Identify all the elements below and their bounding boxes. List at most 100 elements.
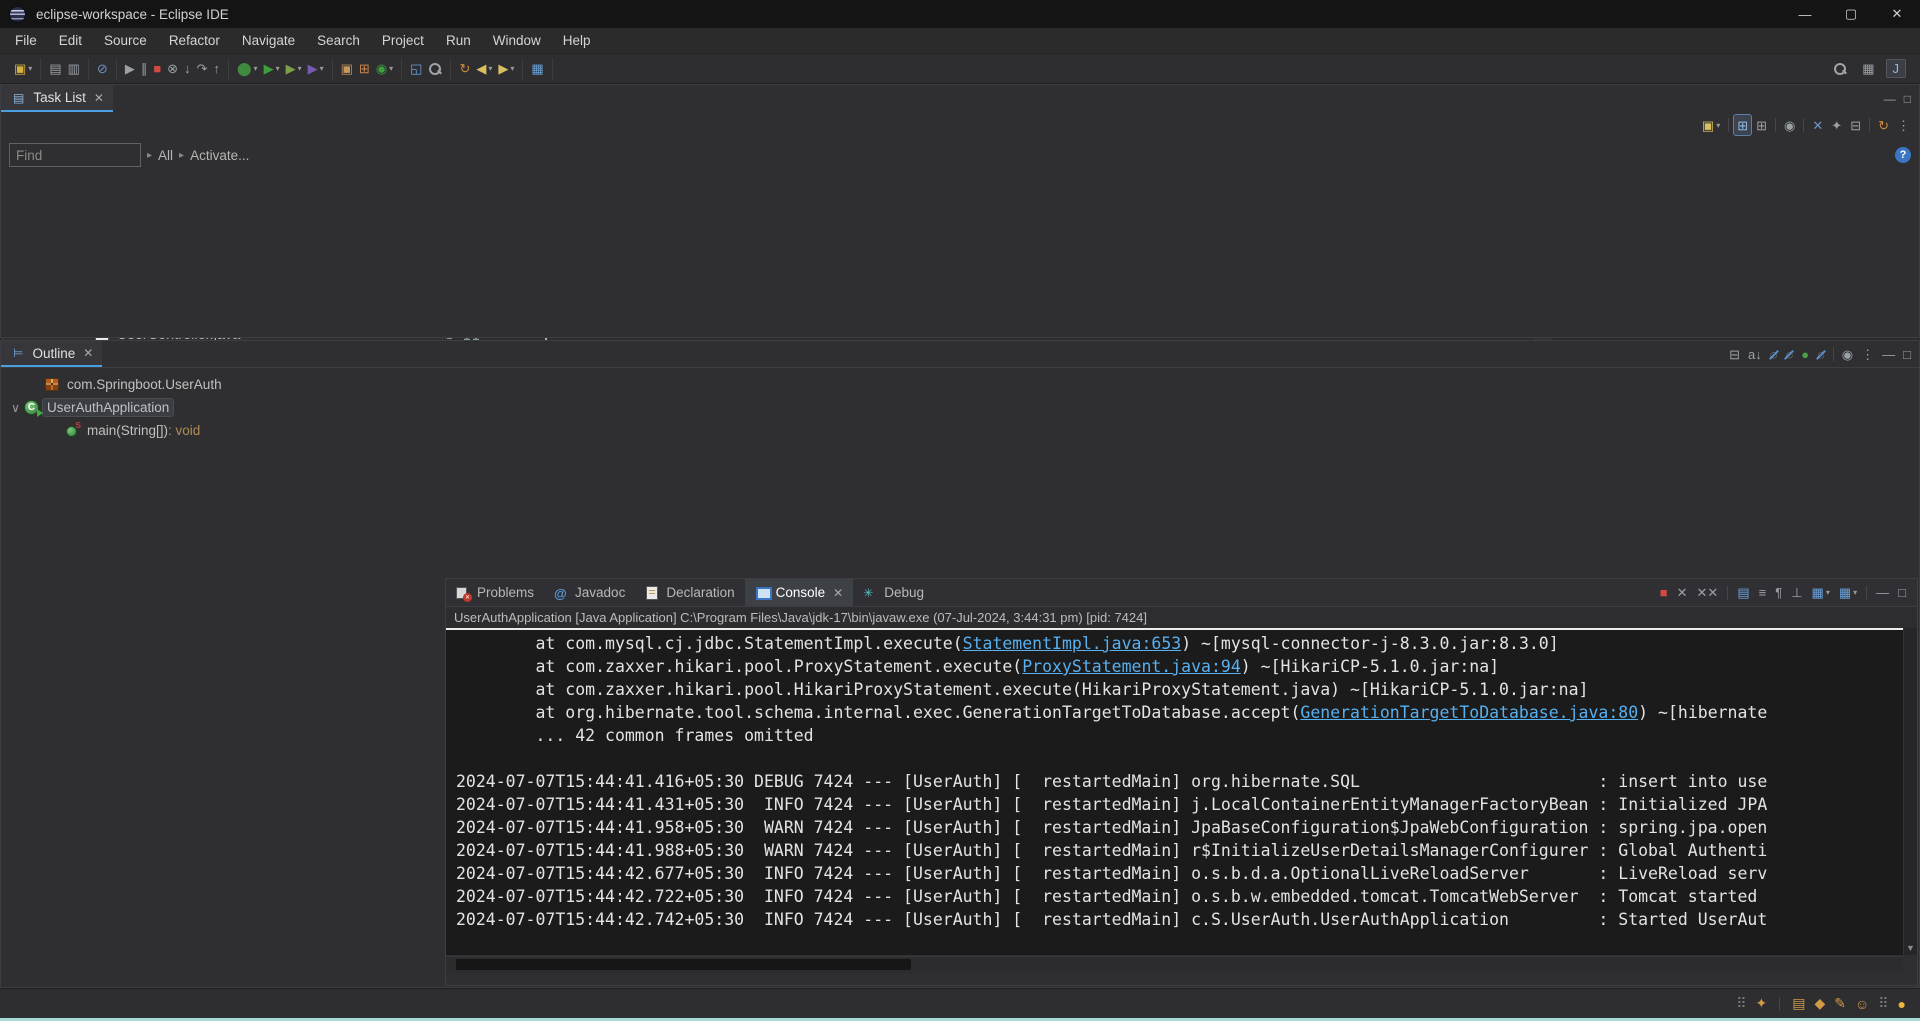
minimize-button[interactable]: — (1881, 89, 1899, 109)
close-icon[interactable]: ✕ (833, 586, 843, 600)
skip-all-breakpoints-button[interactable]: ⊘ (94, 59, 111, 79)
task-presentation-button[interactable]: ◉ (1781, 115, 1798, 135)
wand-icon[interactable]: ✎ (1834, 995, 1846, 1012)
menu-search[interactable]: Search (306, 30, 371, 51)
hide-local-types-button[interactable]: ◌ (1814, 344, 1828, 364)
tab-outline[interactable]: ⊨ Outline ✕ (1, 341, 102, 367)
minimize-button[interactable]: — (1782, 0, 1828, 28)
profile-button[interactable]: ▶▾ (305, 59, 327, 79)
dropdown-arrow-icon[interactable]: ▾ (254, 64, 258, 73)
menu-run[interactable]: Run (435, 30, 482, 51)
collapse-all-button[interactable]: ⊟ (1847, 115, 1864, 135)
dropdown-arrow-icon[interactable]: ▾ (488, 64, 492, 73)
find-input[interactable] (9, 143, 141, 167)
new-wizard-button[interactable]: ▣▾ (11, 59, 35, 79)
dropdown-arrow-icon[interactable]: ▾ (28, 64, 32, 73)
lightbulb-icon[interactable]: ● (1898, 996, 1906, 1012)
terminate-button[interactable]: ■ (150, 59, 164, 79)
tab-declaration[interactable]: Declaration (635, 579, 744, 606)
disconnect-button[interactable]: ⊗ (164, 59, 181, 79)
menu-navigate[interactable]: Navigate (231, 30, 306, 51)
dropdown-arrow-icon[interactable]: ▾ (298, 64, 302, 73)
menu-window[interactable]: Window (482, 30, 552, 51)
focus-on-workweek-button[interactable]: ✦ (1828, 115, 1845, 135)
clear-console-button[interactable]: ▤ (1734, 583, 1752, 603)
hand-icon[interactable]: ✦ (1755, 995, 1767, 1012)
dropdown-arrow-icon[interactable]: ▾ (320, 64, 324, 73)
menu-refactor[interactable]: Refactor (158, 30, 231, 51)
hide-fields-button[interactable]: ◌ (1767, 344, 1781, 364)
tab-javadoc[interactable]: Javadoc (544, 579, 635, 606)
save-all-button[interactable]: ▥ (65, 59, 83, 79)
dropdown-arrow-icon[interactable]: ▾ (1716, 121, 1720, 130)
focus-button[interactable]: ◉ (1839, 344, 1856, 364)
close-button[interactable]: ✕ (1874, 0, 1920, 28)
new-package-button[interactable]: ⊞ (356, 59, 373, 79)
tab-debug[interactable]: Debug (853, 579, 934, 606)
dropdown-arrow-icon[interactable]: ▾ (389, 64, 393, 73)
last-edit-location-button[interactable]: ↻ (456, 59, 473, 79)
terminate-button[interactable]: ■ (1657, 583, 1671, 603)
suspend-button[interactable]: ∥ (138, 59, 151, 79)
scrollbar-thumb[interactable] (456, 959, 911, 970)
tab-problems[interactable]: Problems (446, 579, 544, 606)
open-editor-window-button[interactable]: ▦ (528, 59, 546, 79)
dropdown-arrow-icon[interactable]: ▾ (510, 64, 514, 73)
hide-completed-button[interactable]: ✕ (1809, 115, 1826, 135)
dropdown-arrow-icon[interactable]: ▾ (1826, 588, 1830, 597)
debug-button[interactable]: ⬤▾ (234, 59, 261, 79)
save-button[interactable]: ▤ (46, 59, 64, 79)
drag-handle-2-icon[interactable]: ⠿ (1878, 995, 1888, 1012)
dropdown-arrow-icon[interactable]: ▾ (1853, 588, 1857, 597)
new-task-button[interactable]: ▣▾ (1699, 115, 1723, 135)
minimize-button[interactable]: — (1873, 583, 1892, 603)
run-button[interactable]: ▶▾ (261, 59, 283, 79)
step-return-button[interactable]: ↑ (210, 59, 223, 79)
scroll-down-icon[interactable]: ▼ (1904, 941, 1917, 955)
open-perspective-button[interactable]: ▦ (1855, 59, 1881, 78)
open-type-button[interactable]: ◱ (407, 59, 425, 79)
console-vertical-scrollbar[interactable]: ▼ (1903, 628, 1917, 955)
menu-edit[interactable]: Edit (48, 30, 93, 51)
hide-static-members-button[interactable]: ◌ (1782, 344, 1796, 364)
menu-project[interactable]: Project (371, 30, 435, 51)
maximize-button[interactable]: □ (1901, 89, 1914, 109)
word-wrap-button[interactable]: ¶ (1772, 583, 1785, 603)
outline-item[interactable]: com.Springboot.UserAuth (1, 373, 1919, 396)
menu-file[interactable]: File (4, 30, 48, 51)
hide-non-public-button[interactable]: ● (1798, 344, 1812, 364)
graduation-cap-icon[interactable]: ◆ (1814, 995, 1825, 1012)
outline-item[interactable]: ∨UserAuthApplication (1, 396, 1919, 419)
collapse-all-button[interactable]: ⊟ (1726, 344, 1743, 364)
book-icon[interactable]: ▤ (1792, 995, 1805, 1012)
minimize-button[interactable]: — (1879, 344, 1898, 364)
stack-trace-link[interactable]: GenerationTargetToDatabase.java:80 (1300, 703, 1638, 722)
maximize-button[interactable]: ▢ (1828, 0, 1874, 28)
scope-all-link[interactable]: All (158, 148, 173, 163)
chevron-expanded-icon[interactable]: ∨ (7, 401, 24, 415)
stack-trace-link[interactable]: ProxyStatement.java:94 (1022, 657, 1241, 676)
close-icon[interactable]: ✕ (83, 346, 93, 360)
drag-handle-icon[interactable]: ⠿ (1736, 995, 1746, 1012)
tab-console[interactable]: Console✕ (745, 579, 854, 606)
view-menu-button[interactable]: ⋮ (1894, 115, 1913, 135)
maximize-button[interactable]: □ (1900, 344, 1914, 364)
search-icon[interactable] (1833, 62, 1847, 76)
dropdown-arrow-icon[interactable]: ▾ (276, 64, 280, 73)
stack-trace-link[interactable]: StatementImpl.java:653 (963, 634, 1182, 653)
open-console-button[interactable]: ▦▾ (1836, 583, 1860, 603)
step-into-button[interactable]: ↓ (181, 59, 194, 79)
forward-button[interactable]: ▶▾ (495, 59, 517, 79)
menu-help[interactable]: Help (552, 30, 602, 51)
step-over-button[interactable]: ↷ (194, 59, 211, 79)
search-button[interactable] (425, 59, 445, 79)
scheduled-view-button[interactable]: ⊞ (1753, 115, 1770, 135)
smiley-icon[interactable]: ☺ (1855, 996, 1869, 1012)
back-button[interactable]: ◀▾ (473, 59, 495, 79)
tab-task-list[interactable]: ▤ Task List ✕ (1, 85, 113, 112)
remove-all-launches-button[interactable]: ✕✕ (1694, 583, 1722, 603)
java-perspective-button[interactable]: J (1886, 59, 1907, 78)
menu-source[interactable]: Source (93, 30, 158, 51)
new-class-button[interactable]: ◉▾ (373, 59, 396, 79)
console-horizontal-scrollbar[interactable] (446, 956, 1903, 973)
